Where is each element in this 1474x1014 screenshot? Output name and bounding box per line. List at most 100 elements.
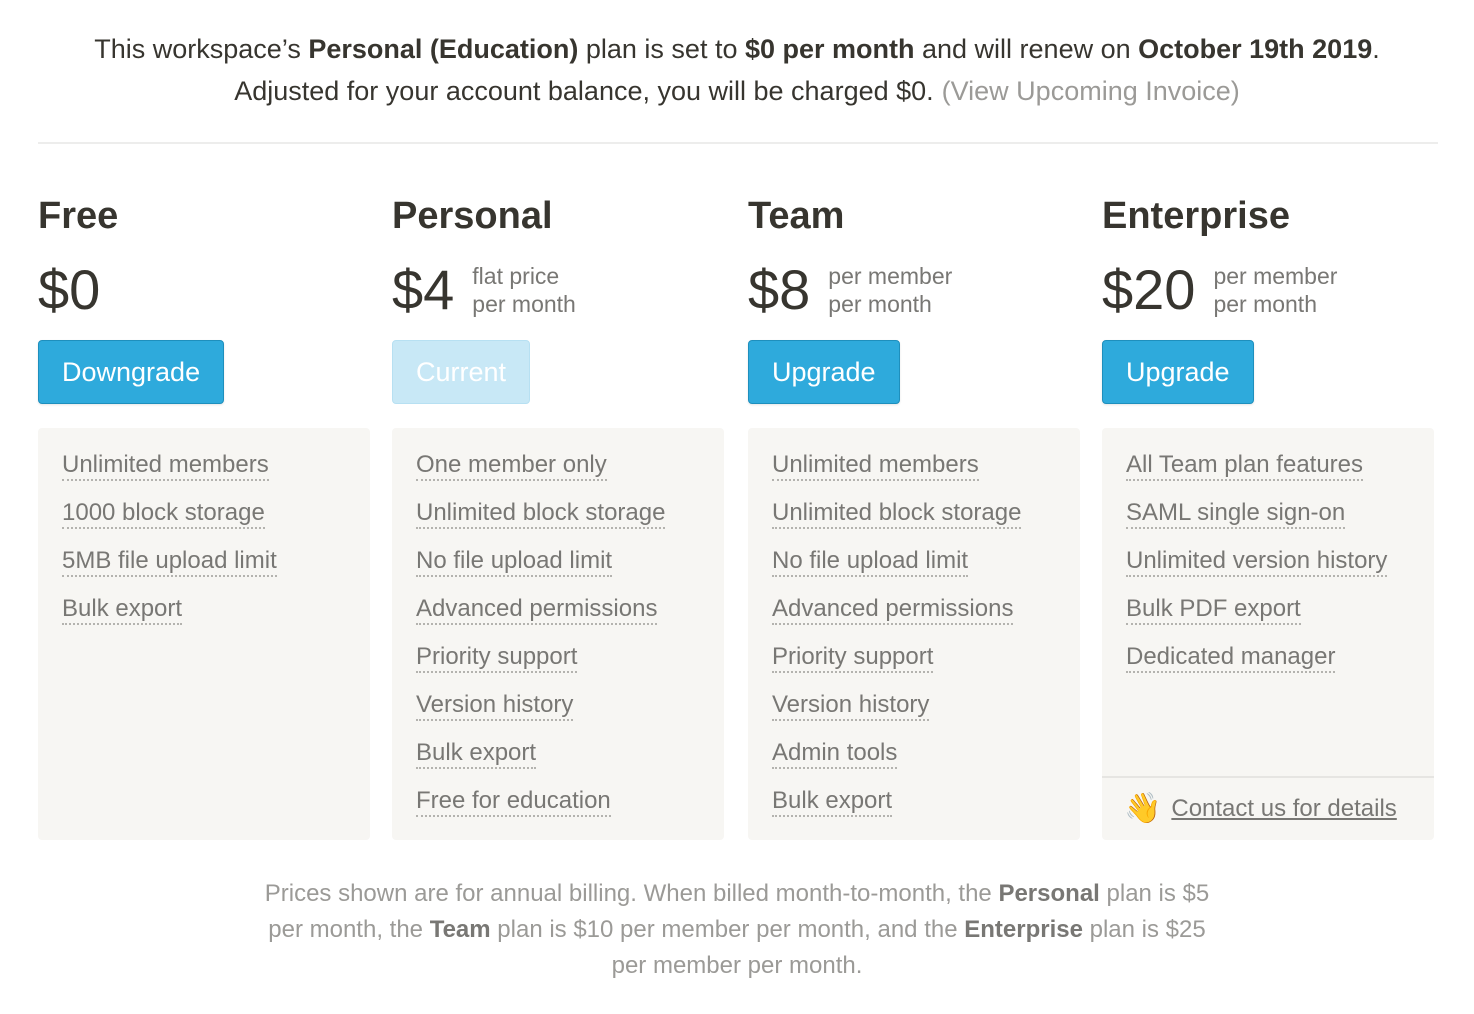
plan-name: Enterprise [1102,195,1290,237]
feature-label[interactable]: All Team plan features [1126,451,1364,481]
feature-item: Advanced permissions [416,594,724,642]
feature-label[interactable]: Bulk export [416,739,537,769]
current-plan-name: Personal (Education) [308,34,579,64]
feature-item: Admin tools [772,738,1080,786]
price-note: flat price per month [472,262,576,318]
footnote-plan-personal: Personal [998,880,1100,907]
feature-item: One member only [416,450,724,498]
feature-list: All Team plan features SAML single sign-o… [1102,428,1434,840]
feature-item: Bulk export [772,786,1080,834]
footnote-text: plan is $25 [1082,916,1206,943]
feature-label[interactable]: Dedicated manager [1126,643,1336,673]
feature-label[interactable]: Bulk PDF export [1126,595,1301,625]
waving-hand-icon: 👋 [1124,792,1162,825]
renewal-date: October 19th 2019 [1138,34,1373,64]
view-upcoming-invoice-link[interactable]: (View Upcoming Invoice) [942,76,1240,106]
price-note-line-2: per month [828,291,932,317]
plan-price: $20 [1102,258,1196,321]
footnote-text: per month, the [268,916,430,943]
feature-item: Version history [416,690,724,738]
plan-price: $8 [748,258,811,321]
plan-name: Team [748,195,845,237]
plan-column-personal: Personal $4 flat price per month Current One … [392,190,728,840]
summary-text: This workspace’s [94,34,309,64]
feature-item: SAML single sign-on [1126,498,1434,546]
footnote-line-2: per month, the Team plan is $10 per memb… [0,912,1474,948]
feature-item: Unlimited version history [1126,546,1434,594]
upgrade-button[interactable]: Upgrade [1102,340,1254,404]
feature-label[interactable]: Priority support [416,643,578,673]
feature-label[interactable]: Unlimited block storage [416,499,666,529]
downgrade-button[interactable]: Downgrade [38,340,225,404]
feature-label[interactable]: 1000 block storage [62,499,265,529]
feature-item: 1000 block storage [62,498,370,546]
feature-item: Dedicated manager [1126,642,1434,690]
billing-footnote: Prices shown are for annual billing. Whe… [0,876,1474,984]
feature-label[interactable]: Unlimited members [772,451,979,481]
plan-price: $0 [38,258,101,321]
feature-label[interactable]: Advanced permissions [772,595,1014,625]
feature-label[interactable]: 5MB file upload limit [62,547,277,577]
price-row: $20 per member per month [1102,258,1337,322]
feature-label[interactable]: SAML single sign-on [1126,499,1346,529]
summary-line-2: Adjusted for your account balance, you w… [0,70,1474,112]
footnote-plan-enterprise: Enterprise [964,916,1083,943]
balance-text: Adjusted for your account balance, you w… [234,76,934,106]
plan-name: Free [38,195,119,237]
footnote-line-1: Prices shown are for annual billing. Whe… [0,876,1474,912]
summary-line-1: This workspace’s Personal (Education) pl… [0,28,1474,70]
divider [38,142,1438,144]
summary-text: . [1372,34,1380,64]
feature-label[interactable]: Priority support [772,643,934,673]
feature-item: Bulk PDF export [1126,594,1434,642]
feature-label[interactable]: Version history [772,691,930,721]
feature-item: Unlimited members [772,450,1080,498]
plan-summary: This workspace’s Personal (Education) pl… [0,28,1474,112]
feature-item: All Team plan features [1126,450,1434,498]
price-note-line-1: flat price [472,263,560,289]
feature-item: Version history [772,690,1080,738]
feature-item: Unlimited members [62,450,370,498]
feature-label[interactable]: Free for education [416,787,611,817]
feature-label[interactable]: Unlimited version history [1126,547,1388,577]
price-note-line-2: per month [472,291,576,317]
contact-us-link[interactable]: Contact us for details [1171,795,1396,823]
feature-item: No file upload limit [416,546,724,594]
feature-label[interactable]: Unlimited members [62,451,269,481]
footnote-text: plan is $10 per member per month, and th… [490,916,965,943]
feature-label[interactable]: Bulk export [772,787,893,817]
feature-label[interactable]: Bulk export [62,595,183,625]
footnote-line-3: per member per month. [611,952,863,979]
feature-label[interactable]: No file upload limit [772,547,969,577]
summary-text: plan is set to [578,34,745,64]
footnote-text: Prices shown are for annual billing. Whe… [264,880,999,907]
price-note-line-1: per member [828,263,953,289]
price-note: per member per month [1213,262,1337,318]
feature-label[interactable]: No file upload limit [416,547,613,577]
price-note-line-2: per month [1213,291,1317,317]
feature-label[interactable]: Unlimited block storage [772,499,1022,529]
feature-list: One member only Unlimited block storage No… [392,428,724,840]
plan-column-enterprise: Enterprise $20 per member per month Upgrade A… [1102,190,1438,840]
feature-item: Bulk export [62,594,370,642]
footnote-text: plan is $5 [1099,880,1210,907]
price-note-line-1: per member [1213,263,1338,289]
price-note: per member per month [828,262,952,318]
footnote-plan-team: Team [429,916,491,943]
current-button: Current [392,340,531,404]
feature-item: Bulk export [416,738,724,786]
contact-row: 👋 Contact us for details [1102,776,1434,840]
price-row: $4 flat price per month [392,258,576,322]
feature-label[interactable]: One member only [416,451,607,481]
feature-label[interactable]: Advanced permissions [416,595,658,625]
feature-item: Advanced permissions [772,594,1080,642]
summary-text: and will renew on [914,34,1139,64]
upgrade-button[interactable]: Upgrade [748,340,900,404]
feature-item: Priority support [416,642,724,690]
feature-list: Unlimited members 1000 block storage 5MB f… [38,428,370,840]
feature-label[interactable]: Version history [416,691,574,721]
price-row: $8 per member per month [748,258,952,322]
plan-price: $4 [392,258,455,321]
feature-item: 5MB file upload limit [62,546,370,594]
feature-label[interactable]: Admin tools [772,739,898,769]
